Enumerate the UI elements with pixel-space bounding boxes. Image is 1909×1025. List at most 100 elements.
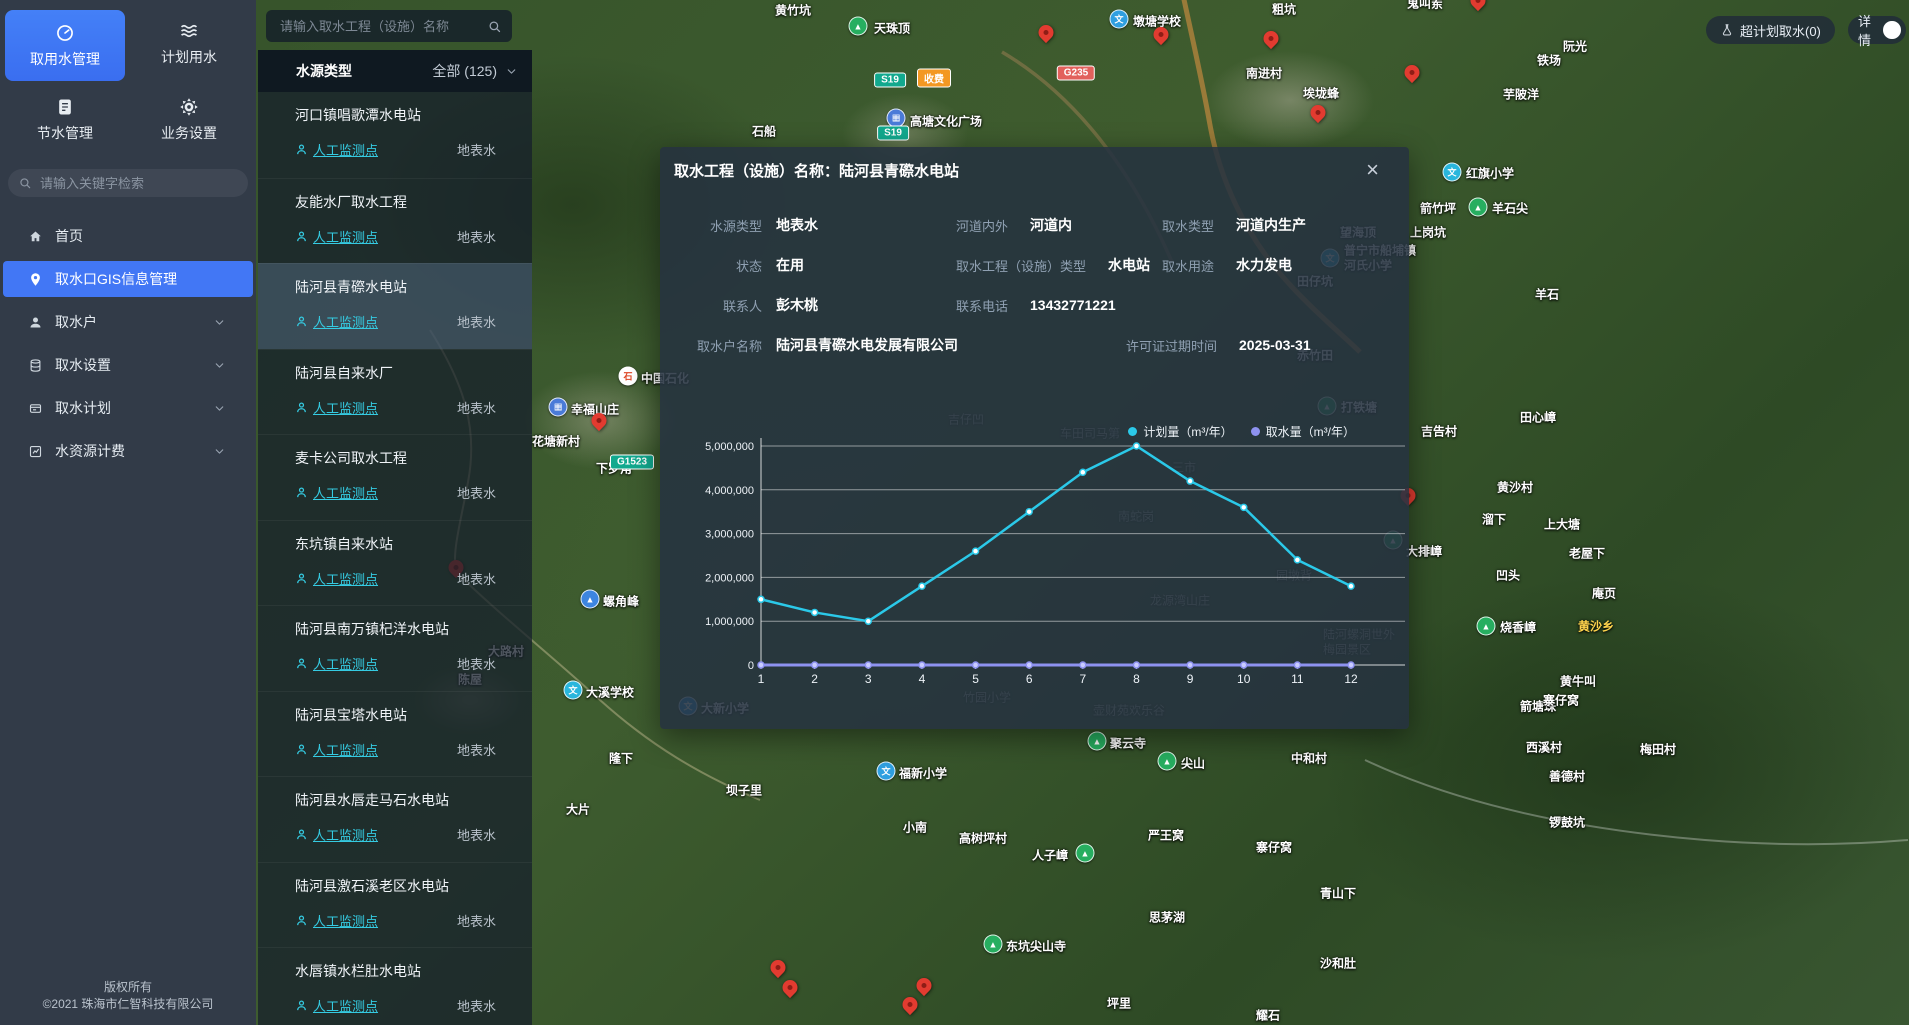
map-marker-red-pin[interactable] xyxy=(1039,25,1054,40)
map-marker-red-pin[interactable] xyxy=(592,413,607,428)
map-marker-peak-blue[interactable]: ▲ xyxy=(590,599,609,618)
monitor-type-label[interactable]: 人工监测点 xyxy=(313,569,378,588)
chevron-down-icon[interactable] xyxy=(213,445,226,458)
map-marker-peak-green[interactable]: ▲ xyxy=(1486,626,1505,645)
list-item[interactable]: 陆河县水唇走马石水电站人工监测点地表水 xyxy=(258,776,532,862)
station-search-box[interactable] xyxy=(266,10,512,42)
field-value: 彭木桃 xyxy=(776,295,818,315)
station-search-input[interactable] xyxy=(278,18,487,35)
meter-icon xyxy=(55,23,75,43)
map-marker-peak-green[interactable]: ▲ xyxy=(1167,761,1186,780)
map-marker-red-pin[interactable] xyxy=(771,960,786,975)
module-3[interactable]: 节水管理 xyxy=(5,88,125,152)
map-label: 黄牛叫 xyxy=(1560,673,1596,690)
water-source-type: 地表水 xyxy=(457,140,496,159)
map-marker-red-pin[interactable] xyxy=(1405,65,1420,80)
map-marker-peak-green[interactable]: ▲ xyxy=(1097,741,1116,760)
map-marker-red-pin[interactable] xyxy=(903,997,918,1012)
chevron-down-icon[interactable] xyxy=(213,316,226,329)
list-item[interactable]: 陆河县南万镇杞洋水电站人工监测点地表水 xyxy=(258,605,532,691)
map-marker-school-cyan[interactable]: 文 xyxy=(573,690,592,709)
map-marker-red-pin[interactable] xyxy=(917,978,932,993)
sidebar: 取用水管理计划用水节水管理 业务设置 首页取水口GIS信息管理取水户取水设置取水计… xyxy=(0,0,256,1025)
map-marker-red-pin[interactable] xyxy=(1264,31,1279,46)
chevron-down-icon[interactable] xyxy=(213,402,226,415)
station-name: 陆河县南万镇杞洋水电站 xyxy=(295,619,496,639)
field-value: 陆河县青磜水电发展有限公司 xyxy=(776,335,958,355)
sidebar-item-4[interactable]: 取水设置 xyxy=(3,347,253,383)
map-marker-red-pin[interactable] xyxy=(1154,27,1169,42)
list-item[interactable]: 陆河县自来水厂人工监测点地表水 xyxy=(258,349,532,435)
toggle-knob[interactable] xyxy=(1883,21,1901,39)
list-item[interactable]: 水唇镇水栏肚水电站人工监测点地表水 xyxy=(258,947,532,1025)
chevron-down-icon[interactable] xyxy=(213,359,226,372)
map-marker-red-pin[interactable] xyxy=(1471,0,1486,8)
modal-title: 取水工程（设施）名称：陆河县青磜水电站 xyxy=(660,147,1409,191)
list-item[interactable]: 陆河县激石溪老区水电站人工监测点地表水 xyxy=(258,862,532,948)
sidebar-item-1[interactable]: 首页 xyxy=(3,218,253,254)
module-label: 业务设置 xyxy=(161,123,217,143)
map-marker-peak-green[interactable]: ▲ xyxy=(1478,207,1497,226)
close-icon[interactable]: × xyxy=(1366,159,1379,181)
map-marker-red-pin[interactable] xyxy=(1311,105,1326,120)
list-filter-header[interactable]: 水源类型 全部 (125) xyxy=(258,50,532,92)
monitor-type-label[interactable]: 人工监测点 xyxy=(313,911,378,930)
map-marker-poi-blue[interactable]: ▦ xyxy=(558,407,577,426)
map-marker-peak-green[interactable]: ▲ xyxy=(1085,853,1104,872)
sidebar-search-input[interactable] xyxy=(38,175,238,192)
monitor-type-label[interactable]: 人工监测点 xyxy=(313,227,378,246)
map-marker-gas-station[interactable]: 石 xyxy=(628,376,647,395)
list-item[interactable]: 东坑镇自来水站人工监测点地表水 xyxy=(258,520,532,606)
monitor-type-label[interactable]: 人工监测点 xyxy=(313,398,378,417)
legend-item[interactable]: 取水量（m³/年） xyxy=(1251,423,1355,440)
sidebar-item-5[interactable]: 取水计划 xyxy=(3,390,253,426)
module-label: 节水管理 xyxy=(37,123,93,143)
monitor-type-label[interactable]: 人工监测点 xyxy=(313,483,378,502)
db-icon xyxy=(28,358,43,373)
station-list-panel: 水源类型 全部 (125) 河口镇唱歌潭水电站人工监测点地表水友能水厂取水工程人… xyxy=(258,50,532,1025)
person-icon xyxy=(295,315,308,328)
person-icon xyxy=(295,401,308,414)
monitor-type-label[interactable]: 人工监测点 xyxy=(313,654,378,673)
monitor-type-label[interactable]: 人工监测点 xyxy=(313,825,378,844)
filter-value[interactable]: 全部 (125) xyxy=(432,61,497,81)
list-item[interactable]: 陆河县青磜水电站人工监测点地表水 xyxy=(258,263,532,349)
chevron-down-icon[interactable] xyxy=(505,65,518,78)
sidebar-item-6[interactable]: 水资源计费 xyxy=(3,433,253,469)
monitor-type-label[interactable]: 人工监测点 xyxy=(313,996,378,1015)
module-4[interactable]: 业务设置 xyxy=(129,88,249,152)
map-marker-school-blue[interactable]: 文 xyxy=(1119,19,1138,38)
water-source-type: 地表水 xyxy=(457,740,496,759)
field-label: 许可证过期时间 xyxy=(1126,336,1217,355)
station-list: 河口镇唱歌潭水电站人工监测点地表水友能水厂取水工程人工监测点地表水陆河县青磜水电… xyxy=(258,92,532,1025)
field-pair: 取水用途水力发电 xyxy=(1162,255,1292,275)
map-marker-school-blue[interactable]: 文 xyxy=(886,771,905,790)
map-marker-peak-green[interactable]: ▲ xyxy=(993,944,1012,963)
field-label: 联系电话 xyxy=(956,296,1008,315)
detail-toggle[interactable]: 详情 xyxy=(1848,16,1906,44)
list-item[interactable]: 河口镇唱歌潭水电站人工监测点地表水 xyxy=(258,92,532,178)
module-1[interactable]: 取用水管理 xyxy=(5,10,125,81)
station-name: 友能水厂取水工程 xyxy=(295,192,496,212)
search-icon[interactable] xyxy=(487,19,502,34)
list-item[interactable]: 陆河县宝塔水电站人工监测点地表水 xyxy=(258,691,532,777)
over-plan-intake-button[interactable]: 超计划取水(0) xyxy=(1706,16,1835,44)
legend-item[interactable]: 计划量（m³/年） xyxy=(1128,423,1232,440)
module-2[interactable]: 计划用水 xyxy=(129,12,249,76)
sidebar-item-2[interactable]: 取水口GIS信息管理 xyxy=(3,261,253,297)
map-marker-red-pin[interactable] xyxy=(783,980,798,995)
sidebar-search-box[interactable] xyxy=(8,169,248,197)
map-marker-peak-green[interactable]: ▲ xyxy=(858,26,877,45)
list-item[interactable]: 友能水厂取水工程人工监测点地表水 xyxy=(258,178,532,264)
monitor-type-label[interactable]: 人工监测点 xyxy=(313,140,378,159)
svg-text:9: 9 xyxy=(1187,672,1194,686)
field-pair: 许可证过期时间2025-03-31 xyxy=(1126,336,1332,355)
list-item[interactable]: 麦卡公司取水工程人工监测点地表水 xyxy=(258,434,532,520)
monitor-type-label[interactable]: 人工监测点 xyxy=(313,312,378,331)
monitor-type-label[interactable]: 人工监测点 xyxy=(313,740,378,759)
field-value: 河道内生产 xyxy=(1236,215,1306,235)
map-marker-school-cyan[interactable]: 文 xyxy=(1452,172,1471,191)
map-label: 南进村 xyxy=(1246,65,1282,82)
legend-label: 取水量（m³/年） xyxy=(1266,423,1355,440)
sidebar-item-3[interactable]: 取水户 xyxy=(3,304,253,340)
